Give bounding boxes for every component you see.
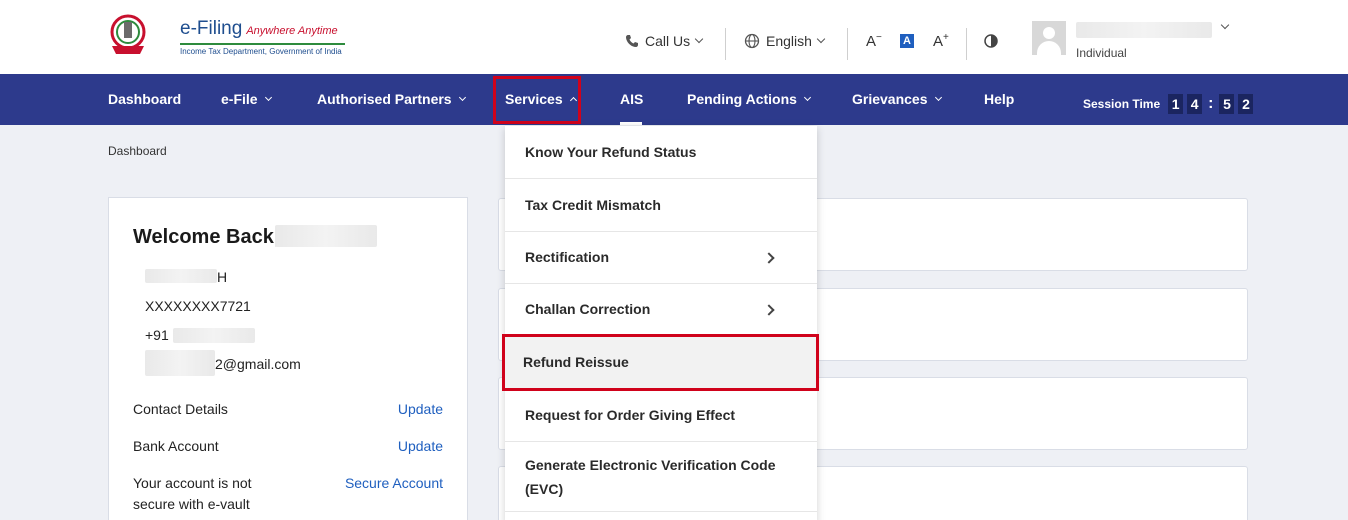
redacted-fullname bbox=[145, 269, 217, 283]
language-label: English bbox=[766, 33, 812, 49]
menu-item-label-2: (EVC) bbox=[525, 481, 564, 497]
services-dropdown: Know Your Refund Status Tax Credit Misma… bbox=[505, 126, 817, 520]
menu-item-know-refund-status[interactable]: Know Your Refund Status bbox=[505, 126, 817, 179]
brand-subtitle: Income Tax Department, Government of Ind… bbox=[180, 47, 342, 56]
nav-efile[interactable]: e-File bbox=[221, 91, 272, 107]
email-suffix: 2@gmail.com bbox=[215, 356, 301, 372]
menu-item-rectification[interactable]: Rectification bbox=[505, 232, 817, 284]
secure-account-link[interactable]: Secure Account bbox=[345, 475, 443, 491]
menu-item-challan-correction[interactable]: Challan Correction bbox=[505, 284, 817, 336]
menu-item-generate-evc[interactable]: Generate Electronic Verification Code (E… bbox=[505, 442, 817, 512]
welcome-card: Welcome Back, H XXXXXXXX7721 +91 2@gmail… bbox=[108, 197, 468, 520]
nav-help[interactable]: Help bbox=[984, 91, 1014, 107]
brand-rule bbox=[180, 43, 345, 45]
divider bbox=[725, 28, 726, 60]
phone-icon bbox=[626, 35, 638, 47]
call-us-dropdown[interactable]: Call Us bbox=[625, 33, 704, 49]
menu-item-label: Generate Electronic Verification Code bbox=[525, 457, 776, 473]
menu-item-label: Rectification bbox=[525, 249, 610, 265]
menu-item-tax-credit-mismatch[interactable]: Tax Credit Mismatch bbox=[505, 179, 817, 232]
contrast-icon[interactable] bbox=[984, 34, 998, 48]
call-us-label: Call Us bbox=[645, 33, 691, 49]
fullname-suffix: H bbox=[217, 269, 228, 285]
nav-grievances[interactable]: Grievances bbox=[852, 91, 942, 107]
bank-account-label: Bank Account bbox=[133, 438, 219, 454]
chevron-right-icon bbox=[763, 252, 775, 264]
emblem-icon bbox=[110, 14, 146, 54]
contact-details-label: Contact Details bbox=[133, 401, 228, 417]
active-underline bbox=[620, 122, 642, 125]
session-digit: 2 bbox=[1238, 94, 1254, 114]
redacted-email bbox=[145, 350, 215, 376]
chevron-down-icon bbox=[458, 93, 466, 101]
update-contact-link[interactable]: Update bbox=[398, 401, 443, 417]
top-header: e-Filing Anywhere Anytime Income Tax Depa… bbox=[0, 0, 1348, 74]
main-nav: Dashboard e-File Authorised Partners Ser… bbox=[0, 74, 1348, 125]
breadcrumb[interactable]: Dashboard bbox=[108, 144, 167, 158]
font-increase-glyph: A bbox=[933, 33, 944, 50]
nav-services[interactable]: Services bbox=[505, 91, 577, 107]
session-digit: 5 bbox=[1219, 94, 1235, 114]
redacted-phone bbox=[173, 328, 255, 343]
avatar[interactable] bbox=[1032, 21, 1066, 55]
divider bbox=[847, 28, 848, 60]
chevron-up-icon bbox=[569, 96, 577, 105]
phone-prefix: +91 bbox=[145, 327, 169, 343]
nav-pending-actions[interactable]: Pending Actions bbox=[687, 91, 811, 107]
brand-name: e-Filing Anywhere Anytime bbox=[180, 18, 338, 39]
colon-separator: : bbox=[1208, 95, 1214, 112]
chevron-down-icon bbox=[264, 93, 272, 101]
font-decrease-glyph: A bbox=[866, 33, 877, 50]
divider bbox=[966, 28, 967, 60]
globe-icon bbox=[744, 33, 760, 49]
menu-item-label: Know Your Refund Status bbox=[525, 144, 697, 160]
session-digit: 4 bbox=[1187, 94, 1203, 114]
chevron-down-icon bbox=[816, 34, 826, 44]
redacted-name bbox=[275, 225, 377, 247]
chevron-right-icon bbox=[763, 304, 775, 316]
menu-item-refund-reissue[interactable]: Refund Reissue bbox=[502, 334, 819, 391]
chevron-down-icon[interactable] bbox=[1220, 20, 1230, 30]
session-label: Session Time bbox=[1083, 97, 1161, 111]
efiling-logo[interactable]: e-Filing Anywhere Anytime Income Tax Depa… bbox=[108, 12, 348, 60]
menu-item-label: Refund Reissue bbox=[523, 354, 629, 370]
evault-label-2: secure with e-vault bbox=[133, 496, 250, 512]
menu-item-label: Tax Credit Mismatch bbox=[525, 197, 661, 213]
plus-icon: + bbox=[943, 32, 949, 43]
menu-item-label: Challan Correction bbox=[525, 301, 651, 317]
chevron-down-icon bbox=[694, 34, 704, 44]
menu-item-order-giving-effect[interactable]: Request for Order Giving Effect bbox=[505, 389, 817, 442]
language-dropdown[interactable]: English bbox=[744, 33, 826, 49]
font-increase-button[interactable]: A + bbox=[933, 32, 949, 50]
brand-tagline: Anywhere Anytime bbox=[246, 25, 338, 37]
font-decrease-button[interactable]: A − bbox=[866, 32, 882, 50]
user-role: Individual bbox=[1076, 46, 1127, 60]
chevron-down-icon bbox=[803, 93, 811, 101]
evault-label: Your account is not bbox=[133, 475, 252, 491]
nav-dashboard[interactable]: Dashboard bbox=[108, 91, 181, 107]
pan-number: XXXXXXXX7721 bbox=[145, 298, 251, 314]
session-timer: Session Time 1 4 : 5 2 bbox=[1083, 94, 1254, 114]
redacted-username bbox=[1076, 22, 1212, 38]
minus-icon: − bbox=[876, 32, 882, 43]
welcome-title: Welcome Back, bbox=[133, 226, 280, 248]
nav-authorised-partners[interactable]: Authorised Partners bbox=[317, 91, 466, 107]
session-digit: 1 bbox=[1168, 94, 1184, 114]
update-bank-link[interactable]: Update bbox=[398, 438, 443, 454]
menu-item-label: Request for Order Giving Effect bbox=[525, 407, 736, 423]
nav-ais[interactable]: AIS bbox=[620, 91, 643, 107]
font-normal-button[interactable]: A bbox=[900, 34, 914, 48]
chevron-down-icon bbox=[934, 93, 942, 101]
